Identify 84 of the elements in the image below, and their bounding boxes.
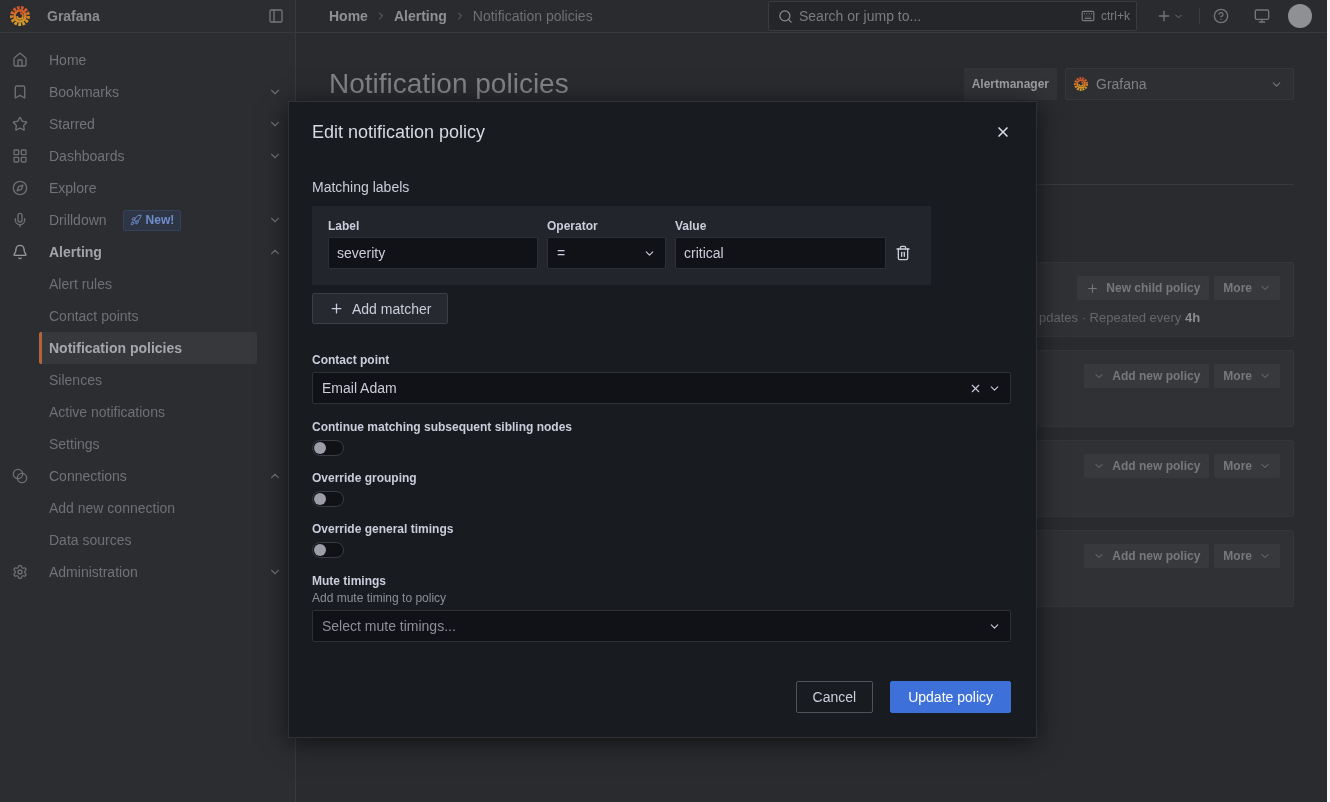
rocket-icon	[129, 214, 142, 226]
nav-subitem[interactable]: Silences	[39, 364, 257, 396]
more-button[interactable]: More	[1214, 454, 1280, 478]
nav-subitem[interactable]: Settings	[39, 428, 257, 460]
nav-item[interactable]: Connections	[0, 460, 127, 492]
star-icon	[12, 116, 28, 132]
add-policy-button[interactable]: Add new policy	[1084, 544, 1210, 568]
add-policy-button[interactable]: Add new policy	[1084, 454, 1210, 478]
badge-text: New!	[145, 213, 175, 227]
contact-point-select[interactable]: Email Adam	[312, 372, 1011, 404]
new-child-policy-button[interactable]: New child policy	[1077, 276, 1210, 300]
more-button[interactable]: More	[1214, 276, 1280, 300]
toggle-switch[interactable]	[312, 491, 344, 507]
toggle-switch[interactable]	[312, 542, 344, 558]
submit-button[interactable]: Update policy	[890, 681, 1011, 713]
small-logo-icon	[1074, 77, 1088, 91]
nav-item[interactable]: Home	[0, 44, 87, 76]
nav-item[interactable]: Bookmarks	[0, 76, 120, 108]
nav-item[interactable]: Explore	[0, 172, 97, 204]
mute-timings-input[interactable]: Select mute timings...	[322, 618, 982, 634]
nav-item[interactable]: Administration	[0, 556, 138, 588]
bookmark-icon	[12, 84, 28, 100]
search-bar[interactable]: Search or jump to... ctrl+k	[768, 1, 1137, 31]
dialog-title: Edit notification policy	[312, 121, 486, 144]
nav-subitem[interactable]: Active notifications	[39, 396, 257, 428]
nav-subitem[interactable]: Contact points	[39, 300, 257, 332]
mute-timings-select[interactable]: Select mute timings...	[312, 610, 1011, 642]
field-label: Mute timings	[312, 573, 386, 589]
avatar[interactable]	[1288, 4, 1312, 28]
trash-icon[interactable]	[895, 245, 911, 261]
field-description: Add mute timing to policy	[312, 590, 447, 606]
label-input[interactable]: severity	[328, 237, 538, 269]
breadcrumb-link[interactable]: Home	[329, 8, 368, 24]
plus-icon	[329, 301, 344, 316]
breadcrumb-link[interactable]: Alerting	[393, 8, 447, 24]
search-input[interactable]: Search or jump to...	[799, 8, 1075, 24]
grid-icon	[12, 148, 28, 164]
nav-subitem[interactable]: Notification policies	[39, 332, 257, 364]
logo-icon	[10, 6, 30, 26]
more-button[interactable]: More	[1214, 544, 1280, 568]
alertmanager-select[interactable]: Grafana	[1065, 68, 1294, 100]
nav-subitem[interactable]: Add new connection	[39, 492, 257, 524]
alertmanager-label: Alertmanager	[963, 68, 1057, 100]
compass-icon	[12, 180, 28, 196]
more-button[interactable]: More	[1214, 364, 1280, 388]
page-title: Notification policies	[329, 68, 569, 100]
add-matcher-button[interactable]: Add matcher	[312, 293, 449, 324]
toggle-switch[interactable]	[312, 440, 344, 456]
nav-subitem[interactable]: Alert rules	[39, 268, 257, 300]
microphone-icon	[12, 212, 28, 228]
nav-item[interactable]: Alerting	[0, 236, 102, 268]
panel-icon	[268, 8, 284, 24]
value-input[interactable]: critical	[675, 237, 886, 269]
field-label: Override grouping	[312, 470, 417, 486]
close-icon	[995, 124, 1011, 140]
nav-item[interactable]: Drilldown	[0, 204, 107, 236]
help-icon	[1213, 8, 1229, 24]
add-policy-button[interactable]: Add new policy	[1084, 364, 1210, 388]
monitor-icon	[1254, 8, 1270, 24]
nav-item[interactable]: Dashboards	[0, 140, 125, 172]
field-label: Contact point	[312, 352, 390, 368]
close-button[interactable]	[995, 124, 1011, 140]
column-label: Operator	[547, 218, 598, 234]
section-title: Matching labels	[312, 178, 410, 197]
dock-menu-button[interactable]	[268, 8, 284, 24]
nav-subitem[interactable]: Data sources	[39, 524, 257, 556]
search-icon	[778, 8, 793, 24]
gear-icon	[12, 564, 28, 580]
column-label: Value	[675, 218, 707, 234]
plus-icon	[1156, 8, 1172, 24]
breadcrumb-link[interactable]: Notification policies	[472, 8, 593, 24]
circles-icon	[12, 468, 28, 484]
operator-select[interactable]: =	[547, 237, 666, 269]
keyboard-icon	[1081, 9, 1095, 23]
nav-item[interactable]: Starred	[0, 108, 95, 140]
column-label: Label	[328, 218, 360, 234]
plus-icon	[1086, 281, 1100, 295]
field-label: Continue matching subsequent sibling nodes	[312, 419, 572, 435]
bell-icon	[12, 244, 28, 260]
shortcut-text: ctrl+k	[1101, 9, 1130, 23]
brand-name: Grafana	[47, 8, 100, 24]
home-icon	[12, 52, 28, 68]
cancel-button[interactable]: Cancel	[795, 681, 874, 713]
field-label: Override general timings	[312, 521, 454, 537]
